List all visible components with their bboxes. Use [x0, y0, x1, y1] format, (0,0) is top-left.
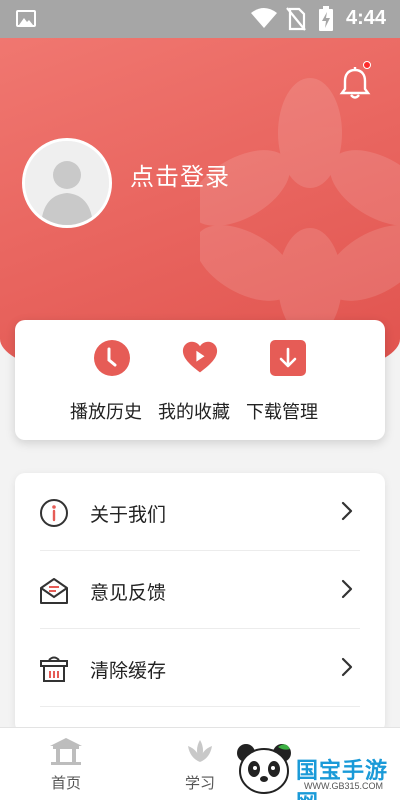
- divider: [40, 706, 360, 707]
- clock-icon: [94, 340, 130, 376]
- menu-item-label: 清除缓存: [90, 660, 167, 682]
- panda-logo-icon: [237, 744, 291, 794]
- tab-home-label: 首页: [50, 774, 81, 792]
- settings-menu: 关于我们 意见反馈 清除缓存: [15, 473, 385, 733]
- battery-charging-icon: [319, 6, 333, 31]
- tab-home[interactable]: 首页: [26, 736, 106, 793]
- chevron-right-icon: [341, 501, 353, 521]
- chevron-right-icon: [341, 579, 353, 599]
- menu-item-label: 关于我们: [90, 504, 167, 526]
- no-sim-icon: [286, 7, 306, 31]
- status-bar: 4:44: [0, 0, 400, 38]
- bell-icon: [339, 67, 371, 99]
- favorites-label: 我的收藏: [158, 402, 230, 423]
- download-icon: [270, 340, 306, 376]
- history-label: 播放历史: [70, 402, 142, 423]
- notification-badge: [363, 61, 371, 69]
- watermark-brand: 国宝手游网: [296, 759, 389, 800]
- watermark-url: WWW.GB315.COM: [304, 781, 384, 791]
- status-time: 4:44: [345, 7, 386, 29]
- history-button[interactable]: [67, 340, 157, 380]
- menu-item-clear-cache[interactable]: 清除缓存: [15, 629, 385, 707]
- menu-item-label: 意见反馈: [90, 582, 167, 604]
- downloads-label: 下载管理: [246, 402, 318, 423]
- menu-item-feedback[interactable]: 意见反馈: [15, 551, 385, 629]
- heart-play-icon: [182, 341, 218, 373]
- avatar[interactable]: [22, 138, 112, 228]
- downloads-button[interactable]: [243, 340, 333, 380]
- trash-basket-icon: [40, 656, 68, 682]
- wifi-icon: [251, 8, 277, 28]
- gallery-notification-icon: [16, 10, 36, 27]
- chevron-right-icon: [341, 657, 353, 677]
- menu-item-about[interactable]: 关于我们: [15, 473, 385, 551]
- watermark: 国宝手游网 WWW.GB315.COM: [228, 737, 400, 800]
- default-user-icon: [25, 141, 109, 225]
- home-temple-icon: [50, 738, 82, 765]
- feedback-mail-icon: [40, 578, 68, 604]
- login-link[interactable]: 点击登录: [130, 157, 230, 192]
- notification-bell-button[interactable]: [339, 61, 371, 104]
- flower-decoration-icon: [200, 78, 400, 338]
- favorites-button[interactable]: [155, 340, 245, 380]
- lotus-icon: [188, 740, 212, 762]
- info-icon: [40, 499, 68, 527]
- quick-actions-card: 播放历史 我的收藏 下载管理: [15, 320, 385, 440]
